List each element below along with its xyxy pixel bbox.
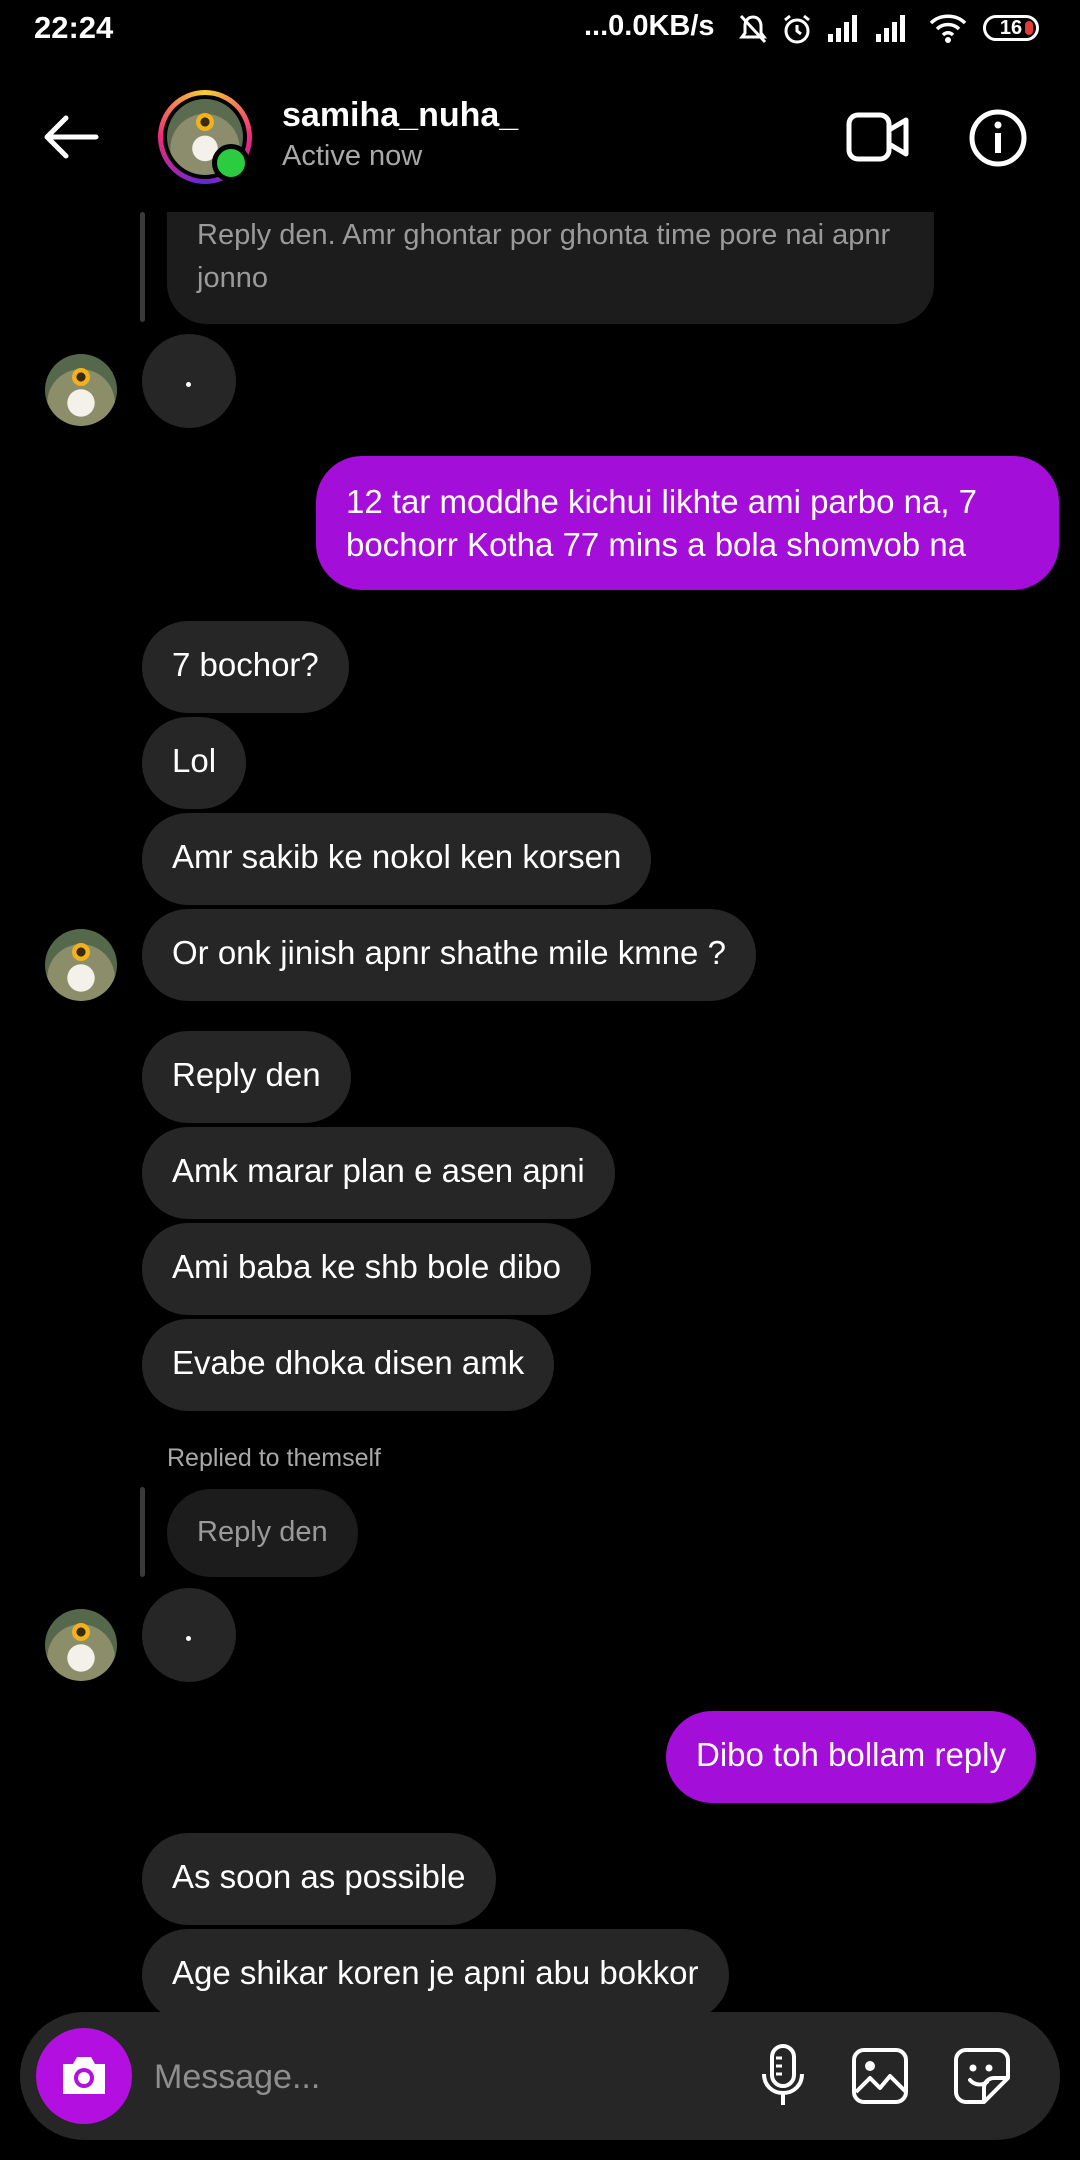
avatar [45,1609,117,1681]
message-bubble-incoming[interactable]: Or onk jinish apnr shathe mile kmne ? [142,909,756,1001]
reply-bar [140,212,145,322]
reply-quote-bubble[interactable]: Reply den. Amr ghontar por ghonta time p… [167,212,934,324]
message-bubble-incoming[interactable]: Amr sakib ke nokol ken korsen [142,813,652,905]
battery-level: 16 [999,17,1023,39]
avatar [45,354,117,426]
message-bubble-incoming[interactable]: Amk marar plan e asen apni [142,1127,615,1219]
message-bubble-incoming[interactable] [142,1588,236,1682]
message-bubble-incoming[interactable]: Lol [142,717,247,809]
message-bubble-incoming[interactable]: Ami baba ke shb bole dibo [142,1223,591,1315]
info-icon[interactable] [968,108,1028,168]
active-status: Active now [282,140,423,172]
sticker-icon[interactable] [952,2046,1012,2106]
camera-icon [63,2057,105,2094]
username[interactable]: samiha_nuha_ [282,96,518,135]
signal-icon [828,15,857,42]
reply-bar [140,1487,145,1577]
message-bubble-outgoing[interactable]: Dibo toh bollam reply [666,1711,1036,1803]
status-time: 22:24 [34,10,114,45]
alarm-icon [784,14,810,44]
wifi-icon [929,14,967,43]
signal-icon [876,15,905,42]
avatar [45,929,117,1001]
status-bar: 22:24 ...0.0KB/s 16 [0,0,1080,64]
replied-label: Replied to themself [167,1444,382,1472]
camera-button[interactable] [36,2028,132,2124]
message-bubble-incoming[interactable]: Reply den [142,1031,351,1123]
message-bubble-incoming[interactable]: 7 bochor? [142,621,349,713]
message-input[interactable] [152,2050,736,2104]
message-bubble-outgoing[interactable]: 12 tar moddhe kichui likhte ami parbo na… [316,456,1059,590]
battery-icon: 16 [983,15,1039,41]
reply-quote-bubble[interactable]: Reply den [167,1489,358,1577]
microphone-icon[interactable] [758,2042,808,2110]
network-speed: ...0.0KB/s [584,10,715,42]
back-arrow-icon[interactable] [40,112,100,162]
online-indicator [212,144,250,182]
message-bubble-incoming[interactable] [142,334,236,428]
mute-icon [739,14,767,44]
message-bubble-incoming[interactable]: Evabe dhoka disen amk [142,1319,555,1411]
video-call-icon[interactable] [846,110,910,164]
chat-header: samiha_nuha_ Active now [0,64,1080,209]
message-bubble-incoming[interactable]: As soon as possible [142,1833,496,1925]
message-composer [20,2012,1060,2140]
gallery-icon[interactable] [850,2046,910,2106]
message-bubble-incoming[interactable]: Age shikar koren je apni abu bokkor [142,1929,729,2021]
